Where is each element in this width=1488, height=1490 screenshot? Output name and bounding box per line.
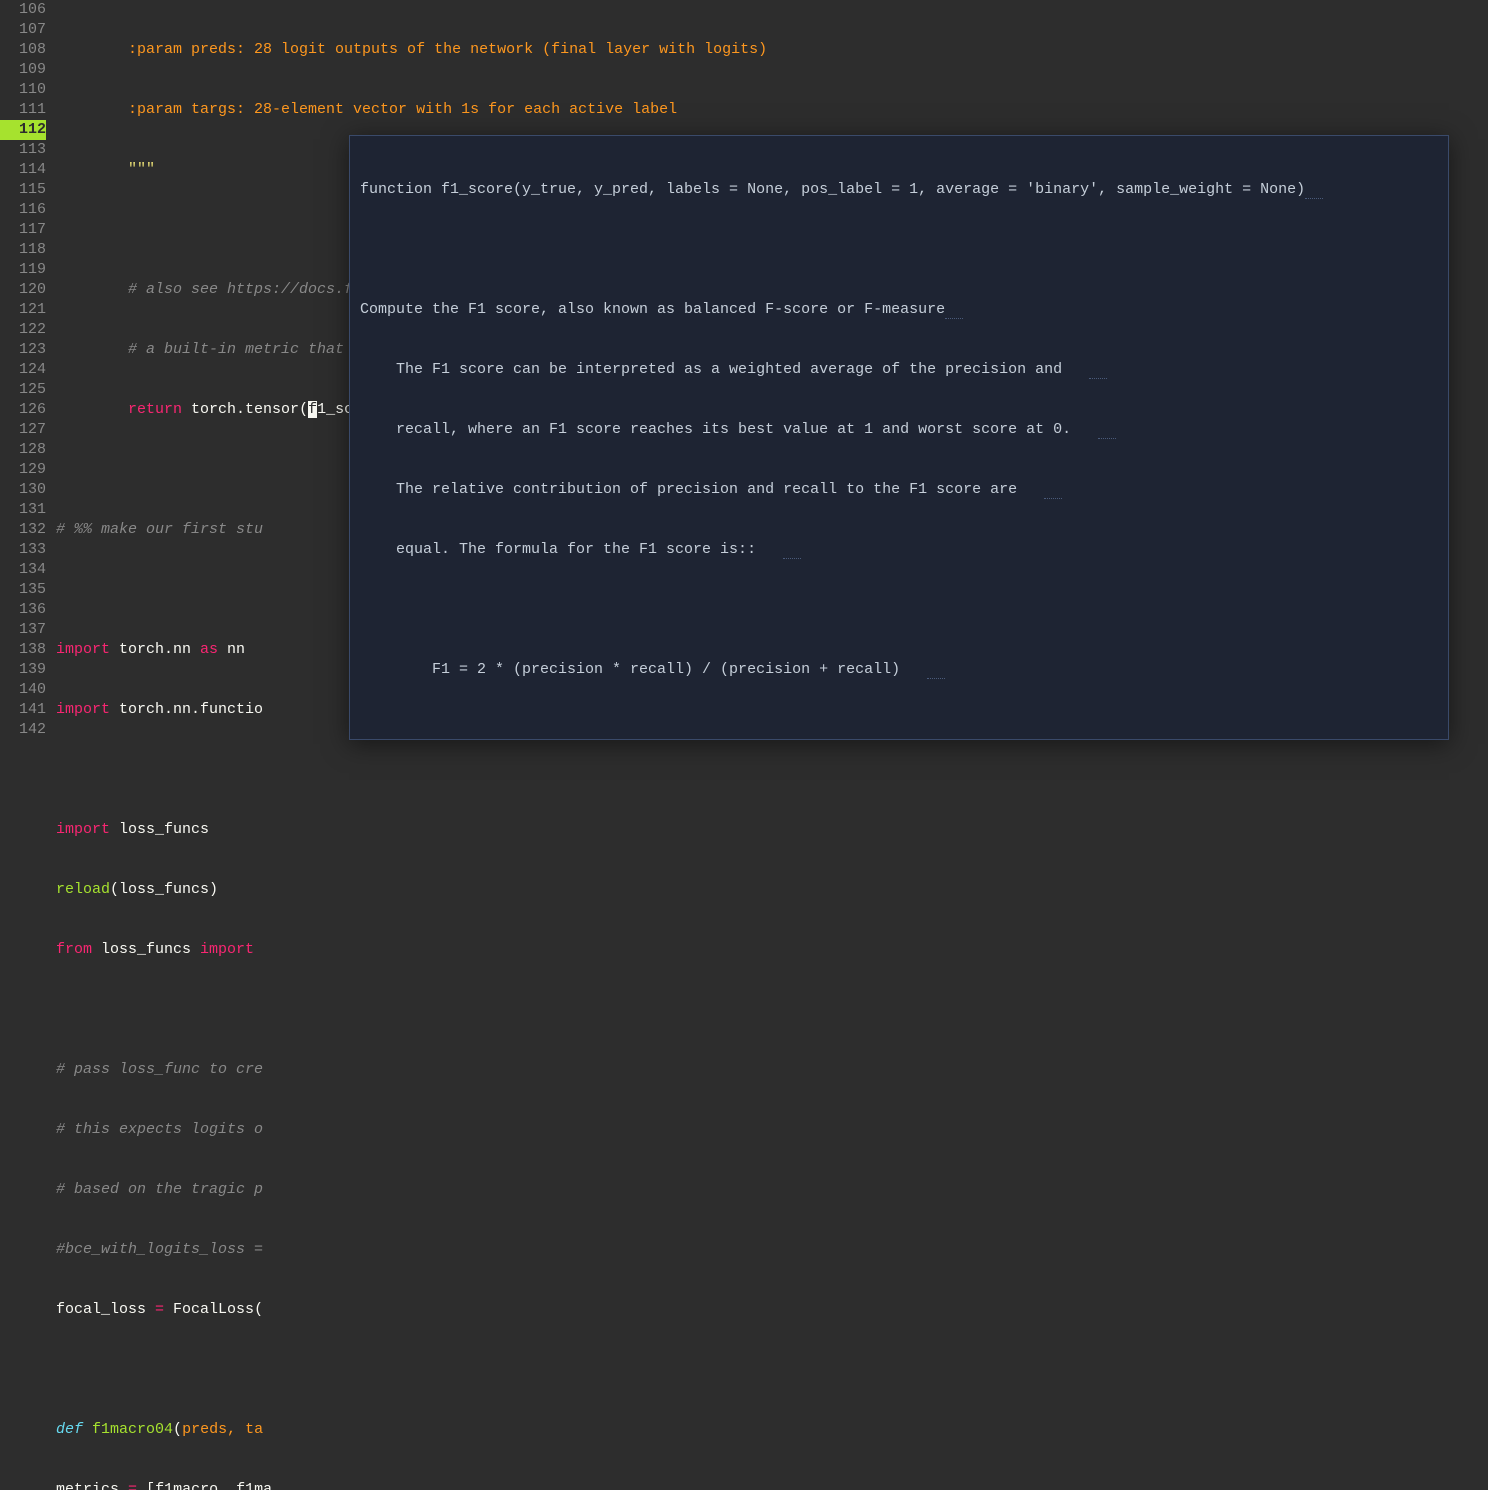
tooltip-signature: function f1_score(y_true, y_pred, labels… [360, 180, 1438, 200]
line-number[interactable]: 118 [0, 240, 46, 260]
line-number[interactable]: 117 [0, 220, 46, 240]
line-number[interactable]: 137 [0, 620, 46, 640]
line-number[interactable]: 114 [0, 160, 46, 180]
code-line [56, 1000, 1488, 1020]
line-number[interactable]: 112 [0, 120, 46, 140]
line-number[interactable]: 141 [0, 700, 46, 720]
line-number[interactable]: 121 [0, 300, 46, 320]
line-number[interactable]: 116 [0, 200, 46, 220]
tooltip-text: Compute the F1 score, also known as bala… [360, 300, 1438, 320]
line-number[interactable]: 129 [0, 460, 46, 480]
line-number[interactable]: 133 [0, 540, 46, 560]
code-line: import loss_funcs [56, 820, 1488, 840]
line-number[interactable]: 135 [0, 580, 46, 600]
line-number[interactable]: 107 [0, 20, 46, 40]
cursor: f [308, 401, 317, 418]
line-number[interactable]: 115 [0, 180, 46, 200]
code-area[interactable]: :param preds: 28 logit outputs of the ne… [56, 0, 1488, 745]
line-number[interactable]: 106 [0, 0, 46, 20]
code-line: # based on the tragic p [56, 1180, 1488, 1200]
line-number[interactable]: 110 [0, 80, 46, 100]
line-number[interactable]: 142 [0, 720, 46, 740]
code-line: focal_loss = FocalLoss( [56, 1300, 1488, 1320]
line-number[interactable]: 124 [0, 360, 46, 380]
code-line [56, 1360, 1488, 1380]
line-number[interactable]: 126 [0, 400, 46, 420]
editor-root: 1061071081091101111121131141151161171181… [0, 0, 1488, 745]
line-number[interactable]: 119 [0, 260, 46, 280]
code-line: reload(loss_funcs) [56, 880, 1488, 900]
line-number[interactable]: 134 [0, 560, 46, 580]
code-line: from loss_funcs import [56, 940, 1488, 960]
line-number[interactable]: 109 [0, 60, 46, 80]
line-number[interactable]: 139 [0, 660, 46, 680]
code-line [56, 760, 1488, 780]
line-number[interactable]: 132 [0, 520, 46, 540]
code-line: # pass loss_func to cre [56, 1060, 1488, 1080]
code-line: :param preds: 28 logit outputs of the ne… [56, 40, 1488, 60]
line-number[interactable]: 122 [0, 320, 46, 340]
line-number[interactable]: 140 [0, 680, 46, 700]
line-number[interactable]: 108 [0, 40, 46, 60]
line-number[interactable]: 138 [0, 640, 46, 660]
line-number[interactable]: 123 [0, 340, 46, 360]
line-number[interactable]: 127 [0, 420, 46, 440]
line-number[interactable]: 131 [0, 500, 46, 520]
line-number[interactable]: 125 [0, 380, 46, 400]
line-number[interactable]: 120 [0, 280, 46, 300]
code-line: metrics = [f1macro, f1ma [56, 1480, 1488, 1490]
code-line: # this expects logits o [56, 1120, 1488, 1140]
signature-help-popup[interactable]: function f1_score(y_true, y_pred, labels… [349, 135, 1449, 740]
line-number[interactable]: 130 [0, 480, 46, 500]
line-number[interactable]: 128 [0, 440, 46, 460]
line-number[interactable]: 113 [0, 140, 46, 160]
line-number[interactable]: 136 [0, 600, 46, 620]
code-line: def f1macro04(preds, ta [56, 1420, 1488, 1440]
code-line: :param targs: 28-element vector with 1s … [56, 100, 1488, 120]
line-number[interactable]: 111 [0, 100, 46, 120]
line-gutter[interactable]: 1061071081091101111121131141151161171181… [0, 0, 56, 745]
code-line: #bce_with_logits_loss = [56, 1240, 1488, 1260]
